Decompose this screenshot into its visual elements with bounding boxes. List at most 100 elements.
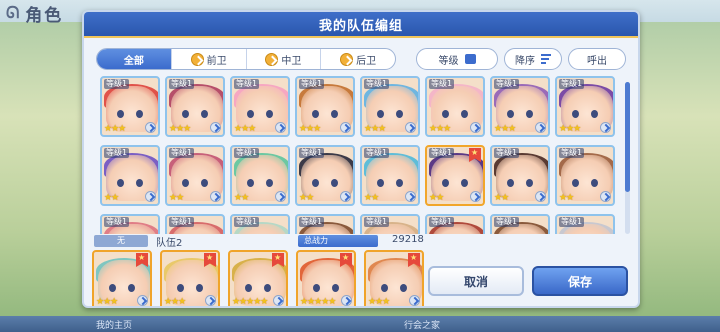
rank-icon <box>405 191 416 202</box>
rank-icon <box>275 122 286 133</box>
character-card[interactable]: 等级1 <box>165 214 225 234</box>
character-level: 等级1 <box>169 79 195 89</box>
character-level: 等级1 <box>364 79 390 89</box>
roster-scrollbar[interactable] <box>625 82 630 234</box>
character-eyes <box>102 179 158 187</box>
sort-level-label: 等级 <box>438 55 459 67</box>
sort-bars-icon <box>541 54 551 64</box>
rank-icon <box>470 191 481 202</box>
character-card[interactable]: 等级1 ★★ <box>490 145 550 206</box>
character-card[interactable]: 等级1 <box>425 214 485 234</box>
rank-icon <box>600 191 611 202</box>
character-eyes <box>427 110 483 118</box>
star-rating: ★★★ <box>429 124 451 134</box>
team-member-slot[interactable]: ★★★ <box>160 250 220 306</box>
character-level: 等级1 <box>494 217 520 227</box>
rank-icon <box>210 122 221 133</box>
character-card[interactable]: 等级1 <box>295 214 355 234</box>
character-card[interactable]: 等级1 ★★★ <box>295 76 355 137</box>
rank-icon <box>210 191 221 202</box>
character-card[interactable]: 等级1 <box>230 214 290 234</box>
rank-icon <box>409 295 420 306</box>
character-card[interactable]: 等级1 ★★★ <box>555 76 615 137</box>
character-card[interactable]: 等级1 <box>360 214 420 234</box>
character-card[interactable]: 等级1 ★★ <box>360 145 420 206</box>
character-card[interactable]: 等级1 <box>555 214 615 234</box>
character-eyes <box>297 110 353 118</box>
character-card[interactable]: 等级1 ★★★ <box>230 76 290 137</box>
filter-tab-label: 后卫 <box>356 55 377 67</box>
character-card[interactable]: 等级1 ★★★ <box>490 76 550 137</box>
star-rating: ★★ <box>234 193 249 203</box>
nav-item-home[interactable]: 我的主页 <box>96 318 132 331</box>
character-card[interactable]: 等级1 ★★ <box>165 145 225 206</box>
star-rating: ★★ <box>169 193 184 203</box>
character-eyes <box>362 110 418 118</box>
character-level: 等级1 <box>429 79 455 89</box>
rank-icon <box>205 295 216 306</box>
character-eyes <box>162 284 218 292</box>
character-eyes <box>557 110 613 118</box>
character-card[interactable]: 等级1 ★★★ <box>425 76 485 137</box>
total-power-value: 29218 <box>392 234 424 245</box>
rank-icon <box>340 191 351 202</box>
character-card[interactable]: 等级1 <box>100 214 160 234</box>
filter-tab-label: 全部 <box>123 55 144 67</box>
save-button[interactable]: 保存 <box>532 266 628 296</box>
character-level: 等级1 <box>299 217 325 227</box>
rank-icon <box>275 191 286 202</box>
character-card[interactable]: 等级1 <box>490 214 550 234</box>
character-card[interactable]: 等级1 ★★ <box>555 145 615 206</box>
character-card[interactable]: 等级1 ★★★ <box>165 76 225 137</box>
filter-tab-back[interactable]: 后卫 <box>321 49 395 69</box>
character-eyes <box>298 284 354 292</box>
cancel-button-label: 取消 <box>463 274 488 289</box>
sort-order-button[interactable]: 降序 <box>504 48 562 70</box>
character-eyes <box>362 179 418 187</box>
call-out-button[interactable]: 呼出 <box>568 48 626 70</box>
dialog-header: 我的队伍编组 <box>84 12 638 38</box>
nav-item-guild[interactable]: 行会之家 <box>404 318 440 331</box>
team-member-slot[interactable]: ★★★★★ <box>296 250 356 306</box>
character-card[interactable]: 等级1 ★★ <box>230 145 290 206</box>
character-level: 等级1 <box>494 79 520 89</box>
character-level: 等级1 <box>234 148 260 158</box>
filter-tab-front[interactable]: 前卫 <box>172 49 247 69</box>
character-card[interactable]: 等级1 ★★ <box>295 145 355 206</box>
character-roster: 等级1 ★★★ 等级1 ★★★ 等级1 ★★★ 等级1 ★★★ 等级1 ★★★ 等级1 ★★★ 等级1 ★… <box>100 76 620 234</box>
rank-icon <box>341 295 352 306</box>
sort-level-button[interactable]: 等级 <box>416 48 498 70</box>
character-card[interactable]: 等级1 ★★★ <box>100 76 160 137</box>
filter-tab-middle[interactable]: 中卫 <box>247 49 322 69</box>
character-eyes <box>492 179 548 187</box>
rank-icon <box>535 122 546 133</box>
character-eyes <box>102 110 158 118</box>
team-member-slot[interactable]: ★★★ <box>92 250 152 306</box>
character-level: 等级1 <box>299 79 325 89</box>
character-eyes <box>427 179 483 187</box>
character-card[interactable]: 等级1 ★★ <box>425 145 485 206</box>
character-eyes <box>94 284 150 292</box>
star-rating: ★★★ <box>299 124 321 134</box>
team-member-slot[interactable]: ★★★★★ <box>228 250 288 306</box>
star-rating: ★★ <box>559 193 574 203</box>
character-eyes <box>167 110 223 118</box>
filter-tab-all[interactable]: 全部 <box>97 49 172 69</box>
rank-icon <box>273 295 284 306</box>
star-rating: ★★ <box>429 193 444 203</box>
team-member-slot[interactable]: ★★★ <box>364 250 424 306</box>
position-icon <box>265 52 279 66</box>
character-level: 等级1 <box>559 148 585 158</box>
character-level: 等级1 <box>559 217 585 227</box>
rank-icon <box>137 295 148 306</box>
character-level: 等级1 <box>494 148 520 158</box>
cancel-button[interactable]: 取消 <box>428 266 524 296</box>
character-card[interactable]: 等级1 ★★ <box>100 145 160 206</box>
character-card[interactable]: 等级1 ★★★ <box>360 76 420 137</box>
star-rating: ★★ <box>494 193 509 203</box>
character-level: 等级1 <box>299 148 325 158</box>
scrollbar-thumb[interactable] <box>625 82 630 192</box>
character-eyes <box>230 284 286 292</box>
rank-icon <box>600 122 611 133</box>
team-name: 队伍2 <box>156 238 183 249</box>
